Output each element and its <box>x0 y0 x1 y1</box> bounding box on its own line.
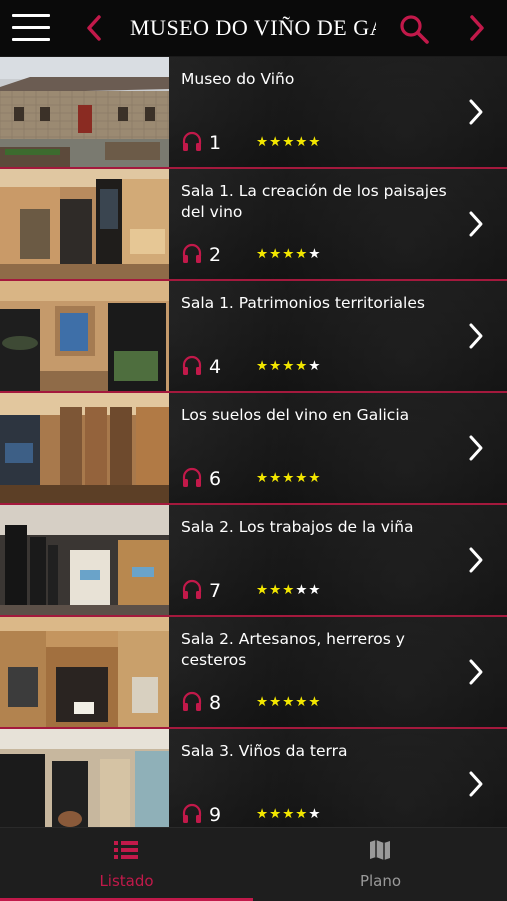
list-item[interactable]: Sala 1. Patrimonios territoriales 4 ★★★★… <box>0 281 507 393</box>
item-number: 9 <box>209 804 222 826</box>
chevron-right-icon[interactable] <box>466 769 486 799</box>
list-item[interactable]: Museo do Viño 1 ★★★★★ <box>0 57 507 169</box>
tab-bar: Listado Plano <box>0 827 507 901</box>
thumbnail-image <box>0 57 169 167</box>
list-item[interactable]: Sala 1. La creación de los paisajes del … <box>0 169 507 281</box>
list-item[interactable]: Los suelos del vino en Galicia 6 ★★★★★ <box>0 393 507 505</box>
item-number: 6 <box>209 468 222 490</box>
headphones-icon <box>182 131 202 151</box>
tab-label: Plano <box>359 872 402 890</box>
chevron-right-icon[interactable] <box>466 97 486 127</box>
chevron-right-icon[interactable] <box>466 545 486 575</box>
tab-listado[interactable]: Listado <box>0 828 253 901</box>
item-number: 1 <box>209 132 222 154</box>
rating-stars: ★★★★★ <box>256 806 322 822</box>
item-title: Los suelos del vino en Galicia <box>181 406 410 424</box>
headphones-icon <box>182 355 202 375</box>
exhibit-list: Museo do Viño 1 ★★★★★ Sala 1. La creació… <box>0 57 507 827</box>
top-bar: MUSEO DO VIÑO DE GALICIA <box>0 0 507 57</box>
rating-stars: ★★★★★ <box>256 582 322 598</box>
chevron-right-icon[interactable] <box>466 433 486 463</box>
item-meta: 1 ★★★★★ <box>181 130 401 156</box>
headphones-icon <box>182 467 202 487</box>
thumbnail-image <box>0 281 169 391</box>
item-title: Sala 3. Viños da terra <box>181 742 348 760</box>
item-number: 7 <box>209 580 222 602</box>
rating-stars: ★★★★★ <box>256 470 322 486</box>
thumbnail-image <box>0 729 169 827</box>
item-meta: 2 ★★★★★ <box>181 242 401 268</box>
item-meta: 4 ★★★★★ <box>181 354 401 380</box>
rating-stars: ★★★★★ <box>256 694 322 710</box>
chevron-right-icon[interactable] <box>466 209 486 239</box>
item-meta: 6 ★★★★★ <box>181 466 401 492</box>
item-title: Sala 2. Artesanos, herreros y cesteros <box>181 630 405 669</box>
item-title: Sala 1. Patrimonios territoriales <box>181 294 425 312</box>
thumbnail-image <box>0 505 169 615</box>
headphones-icon <box>182 803 202 823</box>
tab-label: Listado <box>99 872 154 890</box>
chevron-left-icon[interactable] <box>78 11 112 45</box>
tab-plano[interactable]: Plano <box>254 828 507 901</box>
chevron-right-icon[interactable] <box>466 321 486 351</box>
item-number: 4 <box>209 356 222 378</box>
item-title: Sala 1. La creación de los paisajes del … <box>181 182 447 221</box>
search-icon[interactable] <box>398 13 430 45</box>
item-meta: 7 ★★★★★ <box>181 578 401 604</box>
item-meta: 8 ★★★★★ <box>181 690 401 716</box>
page-title: MUSEO DO VIÑO DE GALICIA <box>130 15 376 40</box>
chevron-right-icon[interactable] <box>459 11 493 45</box>
item-title: Museo do Viño <box>181 70 295 88</box>
item-number: 2 <box>209 244 222 266</box>
thumbnail-image <box>0 393 169 503</box>
rating-stars: ★★★★★ <box>256 134 322 150</box>
item-number: 8 <box>209 692 222 714</box>
item-title: Sala 2. Los trabajos de la viña <box>181 518 414 536</box>
chevron-right-icon[interactable] <box>466 657 486 687</box>
thumbnail-image <box>0 169 169 279</box>
map-icon <box>370 840 390 860</box>
header-title-container: MUSEO DO VIÑO DE GALICIA <box>130 0 376 56</box>
list-item[interactable]: Sala 3. Viños da terra 9 ★★★★★ <box>0 729 507 827</box>
list-icon <box>114 841 138 859</box>
rating-stars: ★★★★★ <box>256 358 322 374</box>
list-item[interactable]: Sala 2. Artesanos, herreros y cesteros 8… <box>0 617 507 729</box>
list-item[interactable]: Sala 2. Los trabajos de la viña 7 ★★★★★ <box>0 505 507 617</box>
headphones-icon <box>182 579 202 599</box>
item-meta: 9 ★★★★★ <box>181 802 401 827</box>
rating-stars: ★★★★★ <box>256 246 322 262</box>
headphones-icon <box>182 243 202 263</box>
headphones-icon <box>182 691 202 711</box>
thumbnail-image <box>0 617 169 727</box>
hamburger-icon[interactable] <box>12 14 50 42</box>
